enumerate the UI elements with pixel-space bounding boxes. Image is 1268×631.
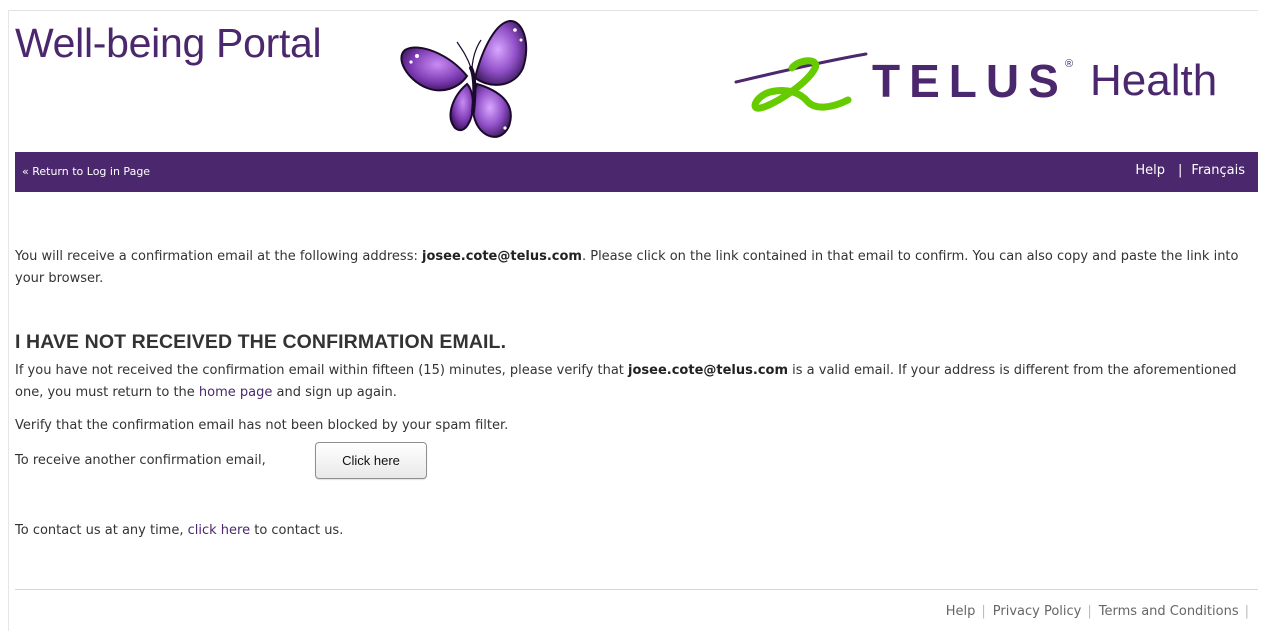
terms-link[interactable]: Terms and Conditions [1099,604,1239,619]
telus-health-logo: TELUS ® Health [730,48,1255,118]
section-heading: I HAVE NOT RECEIVED THE CONFIRMATION EMA… [15,331,507,353]
health-wordmark: Health [1090,56,1218,105]
contact-link[interactable]: click here [188,523,250,538]
footer-links: Help | Privacy Policy | Terms and Conditions… [946,604,1256,619]
resend-text: To receive another confirmation email, [15,453,266,468]
footer-separator: | [1244,604,1249,619]
verify-text-end: and sign up again. [272,385,397,400]
nav-help-link[interactable]: Help [1135,163,1165,178]
intro-paragraph: You will receive a confirmation email at… [15,246,1260,290]
verify-text-before: If you have not received the confirmatio… [15,363,629,378]
footer-help-link[interactable]: Help [946,604,976,619]
email-address: josee.cote@telus.com [422,249,582,264]
nav-right-links: Help | Français [1135,163,1245,178]
contact-text-before: To contact us at any time, [15,523,188,538]
butterfly-icon [400,19,528,138]
registered-mark: ® [1065,58,1074,70]
language-link[interactable]: Français [1191,163,1245,178]
telus-wordmark: TELUS [872,55,1068,107]
contact-text-after: to contact us. [250,523,344,538]
home-page-link[interactable]: home page [199,385,272,400]
return-to-login-link[interactable]: « Return to Log in Page [22,165,150,178]
nav-separator: | [1178,163,1183,178]
privacy-policy-link[interactable]: Privacy Policy [993,604,1082,619]
footer-separator: | [1087,604,1092,619]
contact-paragraph: To contact us at any time, click here to… [15,520,343,542]
footer-divider [15,589,1258,590]
telus-swoosh-icon [734,52,868,112]
verify-email-address: josee.cote@telus.com [628,363,788,378]
nav-bar: « Return to Log in Page Help | Français [15,152,1258,192]
portal-title: Well-being Portal [15,20,322,66]
header: Well-being Portal TELUS ® Health [0,0,1268,152]
verify-paragraph: If you have not received the confirmatio… [15,360,1260,404]
spam-paragraph: Verify that the confirmation email has n… [15,418,509,433]
resend-confirmation-button[interactable]: Click here [315,442,427,479]
intro-text-before: You will receive a confirmation email at… [15,249,422,264]
footer-separator: | [981,604,986,619]
